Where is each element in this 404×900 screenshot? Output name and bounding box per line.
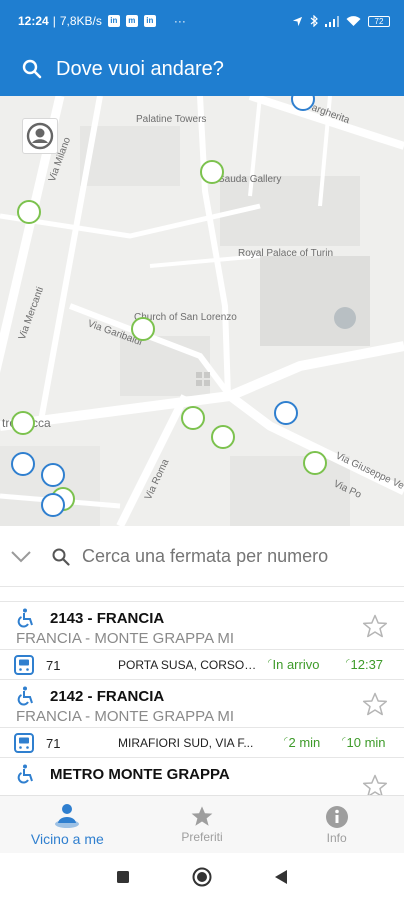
person-location-icon (55, 803, 80, 828)
wifi-icon (346, 15, 361, 26)
star-outline-icon[interactable] (362, 614, 388, 639)
line-arrival-row[interactable]: 71 MIRAFIORI SUD, VIA F... ◜2 min ◜10 mi… (0, 728, 404, 758)
destination-search-bar[interactable]: Dove vuoi andare? (0, 42, 404, 96)
signal-icon (325, 15, 339, 27)
map-stop-marker[interactable] (11, 452, 35, 476)
app-root: 12:24 | 7,8KB/s in m in ··· 72 Dove vuoi… (0, 0, 404, 900)
chevron-down-icon[interactable] (10, 550, 32, 564)
line-destination: PORTA SUSA, CORSO B... (118, 658, 258, 672)
stop-card-header[interactable]: 2143 - FRANCIA FRANCIA - MONTE GRAPPA MI (0, 602, 404, 650)
account-circle-icon (26, 122, 54, 150)
map-stop-marker[interactable] (303, 451, 327, 475)
stop-number-search-input[interactable] (82, 546, 372, 567)
nav-tab-info[interactable]: Info (269, 796, 404, 853)
stop-subtitle: FRANCIA - MONTE GRAPPA MI (16, 708, 235, 725)
bluetooth-icon (310, 15, 318, 27)
nav-label-favorites: Preferiti (181, 830, 223, 844)
search-icon (22, 59, 42, 79)
back-icon[interactable] (274, 869, 288, 885)
nav-label-nearby: Vicino a me (30, 830, 104, 847)
battery-level: 72 (374, 16, 384, 26)
realtime-icon: ◜ (342, 735, 346, 745)
bus-icon (14, 733, 34, 753)
status-bar: 12:24 | 7,8KB/s in m in ··· 72 (0, 0, 404, 42)
map-label-royal-palace: Royal Palace of Turin (238, 248, 334, 259)
location-arrow-icon (292, 16, 303, 26)
status-time: 12:24 (18, 14, 49, 28)
line-arrival-row[interactable]: 71 PORTA SUSA, CORSO B... ◜In arrivo ◜12… (0, 650, 404, 680)
map-stop-marker[interactable] (274, 401, 298, 425)
following-arrival: ◜10 min (342, 735, 386, 750)
battery-icon: 72 (368, 15, 390, 27)
stop-title: 2143 - FRANCIA (50, 610, 165, 627)
following-arrival: ◜12:37 (346, 657, 383, 672)
realtime-icon: ◜ (284, 735, 288, 745)
nav-tab-favorites[interactable]: Preferiti (135, 796, 270, 853)
wheelchair-accessible-icon (17, 608, 33, 628)
app-header: 12:24 | 7,8KB/s in m in ··· 72 Dove vuoi… (0, 0, 404, 96)
stop-card-header[interactable]: 2142 - FRANCIA FRANCIA - MONTE GRAPPA MI (0, 680, 404, 728)
stop-subtitle: FRANCIA - MONTE GRAPPA MI (16, 630, 235, 647)
line-number: 71 (46, 658, 61, 673)
info-icon (325, 805, 348, 828)
current-location-dot (334, 307, 356, 329)
stop-title: METRO MONTE GRAPPA (50, 766, 230, 783)
realtime-icon: ◜ (268, 657, 272, 667)
wheelchair-accessible-icon (17, 686, 33, 706)
bus-icon (14, 655, 34, 675)
star-icon (191, 806, 213, 826)
more-notifications-icon: ··· (173, 14, 186, 28)
search-icon (52, 548, 70, 566)
stop-title: 2142 - FRANCIA (50, 688, 165, 705)
line-number: 71 (46, 736, 61, 751)
linkedin-icon: in (143, 15, 156, 27)
stop-search-bar (0, 527, 404, 587)
nav-label-info: Info (326, 830, 347, 845)
map-stop-marker[interactable] (11, 411, 35, 435)
star-outline-icon[interactable] (362, 692, 388, 717)
next-arrival: ◜2 min (284, 735, 320, 750)
next-arrival-value: 2 min (288, 735, 321, 750)
bottom-navigation: Vicino a me Preferiti Info (0, 795, 404, 853)
map-stop-marker[interactable] (17, 200, 41, 224)
realtime-icon: ◜ (346, 657, 350, 667)
line-destination: MIRAFIORI SUD, VIA F... (118, 736, 254, 750)
map-stop-marker[interactable] (131, 317, 155, 341)
next-arrival-value: In arrivo (272, 657, 320, 672)
map-stop-marker[interactable] (41, 463, 65, 487)
linkedin-icon: in (107, 15, 120, 27)
stop-card-header[interactable]: METRO MONTE GRAPPA (0, 758, 404, 795)
network-speed: 7,8KB/s (59, 14, 102, 28)
map-label-sauda-gallery: Sauda Gallery (218, 174, 282, 185)
map-label-palatine-towers: Palatine Towers (136, 114, 207, 125)
nav-tab-nearby[interactable]: Vicino a me (0, 796, 135, 853)
recents-icon[interactable] (116, 870, 130, 884)
next-arrival: ◜In arrivo (268, 657, 319, 672)
nearby-stops-list: 2143 - FRANCIA FRANCIA - MONTE GRAPPA MI… (0, 601, 404, 795)
map-stop-marker[interactable] (200, 160, 224, 184)
messenger-icon: m (125, 15, 138, 27)
destination-search-title: Dove vuoi andare? (56, 57, 224, 80)
star-outline-icon[interactable] (362, 774, 388, 795)
map-view[interactable]: Palatine Towers Sauda Gallery Royal Pala… (0, 96, 404, 526)
map-stop-marker[interactable] (211, 425, 235, 449)
profile-button[interactable] (22, 118, 58, 154)
wheelchair-accessible-icon (17, 764, 33, 784)
following-arrival-value: 12:37 (350, 657, 384, 672)
map-stop-marker[interactable] (41, 493, 65, 517)
following-arrival-value: 10 min (346, 735, 386, 750)
status-separator: | (52, 14, 56, 28)
map-stop-marker[interactable] (181, 406, 205, 430)
system-navigation-bar (0, 853, 404, 900)
home-icon[interactable] (192, 867, 212, 887)
